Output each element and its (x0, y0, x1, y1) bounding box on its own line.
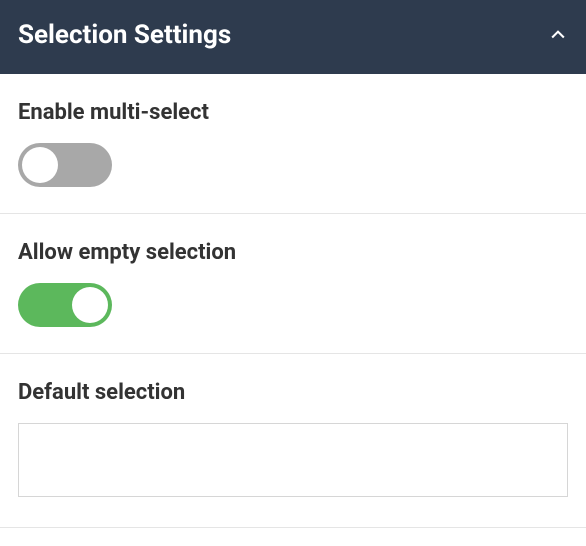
toggle-multi-select[interactable] (18, 143, 112, 187)
setting-multi-select-label: Enable multi-select (18, 100, 568, 125)
settings-header[interactable]: Selection Settings (0, 0, 586, 74)
chevron-up-icon[interactable] (548, 25, 568, 45)
toggle-knob (72, 287, 108, 323)
setting-multi-select: Enable multi-select (0, 74, 586, 214)
settings-header-title: Selection Settings (18, 20, 231, 50)
toggle-knob (22, 147, 58, 183)
setting-default-selection: Default selection (0, 354, 586, 528)
setting-default-selection-label: Default selection (18, 380, 568, 405)
default-selection-input[interactable] (18, 423, 568, 497)
toggle-allow-empty[interactable] (18, 283, 112, 327)
setting-allow-empty: Allow empty selection (0, 214, 586, 354)
setting-allow-empty-label: Allow empty selection (18, 240, 568, 265)
